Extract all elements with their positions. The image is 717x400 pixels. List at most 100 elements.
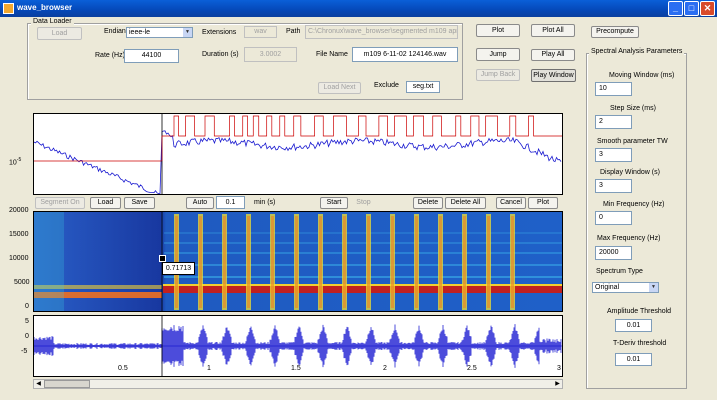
spectrum-ytick-exp: -5 bbox=[16, 157, 22, 163]
plot-button[interactable]: Plot bbox=[476, 24, 520, 37]
spectrum-type-select[interactable]: Original ▼ bbox=[592, 282, 659, 293]
syllable-band bbox=[295, 216, 298, 308]
app-icon bbox=[3, 3, 14, 14]
syllable-band bbox=[319, 216, 322, 308]
delete-button[interactable]: Delete bbox=[413, 197, 443, 209]
extensions-label: Extensions bbox=[202, 29, 237, 36]
display-window-label: Display Window (s) bbox=[600, 169, 660, 176]
load-next-button[interactable]: Load Next bbox=[318, 82, 361, 94]
window-title: wave_browser bbox=[17, 3, 73, 12]
syllable-band bbox=[199, 216, 202, 308]
cursor-marker[interactable] bbox=[159, 255, 166, 262]
scroll-left-icon[interactable]: ◀ bbox=[34, 380, 43, 388]
spectrum-svg bbox=[34, 114, 562, 194]
chevron-down-icon: ▼ bbox=[649, 283, 658, 292]
play-all-button[interactable]: Play All bbox=[531, 49, 575, 61]
maximize-icon[interactable]: □ bbox=[684, 1, 699, 16]
close-icon[interactable]: ✕ bbox=[700, 1, 715, 16]
t-deriv-label: T-Deriv threshold bbox=[613, 340, 667, 347]
exclude-field[interactable]: seg.txt bbox=[406, 81, 440, 93]
waveform-xtick: 1.5 bbox=[291, 365, 301, 372]
spectrum-ytick-base: 10 bbox=[9, 159, 17, 167]
endian-select[interactable]: ieee-le ▼ bbox=[126, 27, 193, 38]
cursor-datatip: 0.71713 bbox=[162, 262, 195, 275]
duration-label: Duration (s) bbox=[202, 51, 239, 58]
path-label: Path bbox=[286, 28, 301, 35]
extensions-field[interactable]: wav bbox=[244, 26, 277, 38]
spectrogram-plot[interactable]: 0.71713 bbox=[33, 211, 563, 312]
syllable-band bbox=[271, 216, 274, 308]
start-button[interactable]: Start bbox=[320, 197, 348, 209]
stop-button[interactable]: Stop bbox=[351, 197, 376, 209]
path-field[interactable]: C:\Chronux\wave_browser\segmented m109 a… bbox=[305, 25, 458, 39]
min-duration-field[interactable]: 0.1 bbox=[216, 196, 245, 209]
moving-window-field[interactable]: 10 bbox=[595, 82, 632, 96]
syllable-band bbox=[223, 216, 226, 308]
minimize-icon[interactable]: _ bbox=[668, 1, 683, 16]
waveform-ytick: 5 bbox=[25, 318, 29, 325]
segment-load-button[interactable]: Load bbox=[90, 197, 121, 209]
waveform-xtick: 3 bbox=[557, 365, 561, 372]
rate-field[interactable]: 44100 bbox=[124, 49, 179, 63]
plot-all-button[interactable]: Plot All bbox=[531, 24, 575, 37]
spectrum-type-label: Spectrum Type bbox=[596, 268, 643, 275]
rate-label: Rate (Hz) bbox=[95, 52, 125, 59]
max-frequency-label: Max Frequency (Hz) bbox=[597, 235, 661, 242]
smooth-label: Smooth parameter TW bbox=[597, 138, 668, 145]
load-button[interactable]: Load bbox=[37, 27, 82, 40]
moving-window-label: Moving Window (ms) bbox=[609, 72, 675, 79]
syllable-band bbox=[463, 216, 466, 308]
max-frequency-field[interactable]: 20000 bbox=[595, 246, 632, 260]
spectrogram-ytick: 5000 bbox=[14, 279, 30, 286]
endian-label: Endian bbox=[104, 28, 126, 35]
file-name-field[interactable]: m109 6-11-02 124146.wav bbox=[352, 47, 458, 62]
exclude-label: Exclude bbox=[374, 82, 399, 89]
spectrogram-band bbox=[34, 212, 64, 311]
spectral-title: Spectral Analysis Parameters bbox=[589, 48, 685, 55]
syllable-band bbox=[247, 216, 250, 308]
syllable-band bbox=[415, 216, 418, 308]
syllable-band bbox=[343, 216, 346, 308]
spectrogram-ytick: 15000 bbox=[9, 231, 29, 238]
spectrum-traces bbox=[34, 114, 562, 194]
waveform-xtick: 2.5 bbox=[467, 365, 477, 372]
data-loader-title: Data Loader bbox=[31, 18, 74, 25]
scrollbar-thumb[interactable] bbox=[44, 380, 90, 388]
delete-all-button[interactable]: Delete All bbox=[445, 197, 486, 209]
jump-back-button[interactable]: Jump Back bbox=[476, 69, 520, 81]
spectrum-ytick: 10-5 bbox=[9, 157, 21, 166]
min-frequency-label: Min Frequency (Hz) bbox=[603, 201, 665, 208]
syllable-band bbox=[487, 216, 490, 308]
waveform-ytick: -5 bbox=[21, 348, 28, 355]
file-name-label: File Name bbox=[316, 51, 348, 58]
step-size-label: Step Size (ms) bbox=[610, 105, 656, 112]
segment-plot-button[interactable]: Plot bbox=[528, 197, 558, 209]
title-bar: wave_browser _ □ ✕ bbox=[0, 0, 717, 17]
min-duration-unit: min (s) bbox=[254, 199, 276, 206]
t-deriv-field[interactable]: 0.01 bbox=[615, 353, 652, 366]
waveform-xtick: 0.5 bbox=[118, 365, 128, 372]
waveform-xtick: 1 bbox=[207, 365, 211, 372]
auto-button[interactable]: Auto bbox=[186, 197, 214, 209]
segment-on-button[interactable]: Segment On bbox=[35, 197, 85, 209]
amplitude-threshold-field[interactable]: 0.01 bbox=[615, 319, 652, 332]
spectrogram-ytick: 0 bbox=[25, 303, 29, 310]
smooth-field[interactable]: 3 bbox=[595, 148, 632, 162]
precompute-button[interactable]: Precompute bbox=[591, 26, 639, 38]
waveform-xtick: 2 bbox=[383, 365, 387, 372]
time-scrollbar[interactable]: ◀ ▶ bbox=[33, 379, 563, 389]
display-window-field[interactable]: 3 bbox=[595, 179, 632, 193]
step-size-field[interactable]: 2 bbox=[595, 115, 632, 129]
syllable-band bbox=[367, 216, 370, 308]
spectrum-plot[interactable] bbox=[33, 113, 563, 195]
min-frequency-field[interactable]: 0 bbox=[595, 211, 632, 225]
play-window-button[interactable]: Play Window bbox=[531, 69, 576, 82]
spectrum-trace bbox=[34, 130, 562, 194]
jump-button[interactable]: Jump bbox=[476, 48, 520, 61]
chevron-down-icon: ▼ bbox=[183, 28, 192, 37]
scroll-right-icon[interactable]: ▶ bbox=[553, 380, 562, 388]
syllable-band bbox=[439, 216, 442, 308]
segment-save-button[interactable]: Save bbox=[124, 197, 155, 209]
duration-field[interactable]: 3.0002 bbox=[244, 47, 297, 62]
cancel-button[interactable]: Cancel bbox=[496, 197, 526, 209]
